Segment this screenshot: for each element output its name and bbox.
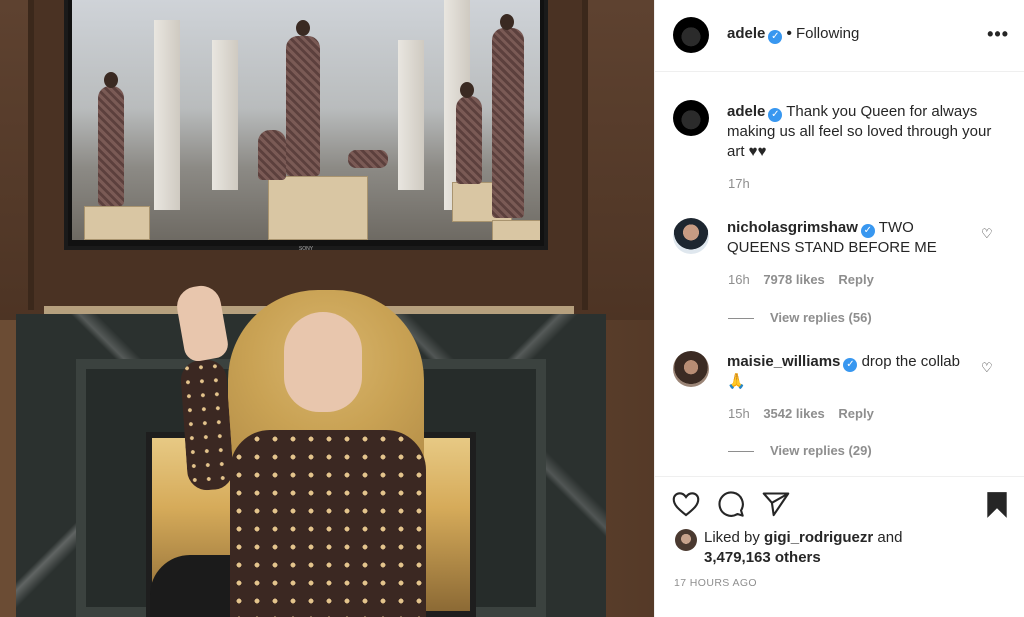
dancer-figure [258,130,286,180]
liker-avatar[interactable] [675,529,697,551]
verified-icon: ✓ [768,30,783,44]
dancer-figure [456,96,482,184]
person-torso [230,430,426,617]
pillar [154,20,180,210]
author-avatar[interactable] [673,17,709,53]
verified-icon: ✓ [843,358,858,372]
post-photo[interactable]: SONY [0,0,654,617]
dancer-head [500,14,514,30]
comment-username[interactable]: nicholasgrimshaw [727,219,858,236]
tv-brand-label: SONY [298,246,314,252]
stage-box [492,220,540,240]
comment-avatar[interactable] [673,351,709,387]
comment-time[interactable]: 16h [728,272,750,287]
comments-section[interactable]: adele ✓ Thank you Queen for always making… [655,72,1024,476]
pillar [398,40,424,190]
tv-screen [72,0,540,240]
comment-meta: 15h 3542 likes Reply [728,406,874,421]
comment-avatar[interactable] [673,218,709,254]
comment-bubble-icon[interactable] [717,490,745,518]
like-heart-icon[interactable] [672,491,700,517]
dancer-figure [286,36,320,176]
liked-by-user[interactable]: gigi_rodriguezr [764,529,873,546]
dancer-figure [492,28,524,218]
view-replies-label: View replies (56) [770,310,872,325]
post-side-panel: adele ✓ • Following ••• adele ✓ Thank you Qu… [654,0,1024,617]
liked-by-text: Liked by gigi_rodriguezr and 3,479,163 o… [704,528,902,567]
caption-body: Thank you Queen for always making us all… [727,103,992,160]
post-header: adele ✓ • Following ••• [655,0,1024,72]
view-replies-button[interactable]: View replies (56) [728,310,872,325]
dancer-figure [98,86,124,206]
share-icon[interactable] [762,491,790,517]
comment-meta: 16h 7978 likes Reply [728,272,874,287]
comment-time[interactable]: 15h [728,406,750,421]
comment-username[interactable]: maisie_williams [727,353,840,370]
person-face [284,312,362,412]
liked-by-prefix: Liked by [704,529,760,546]
view-replies-button[interactable]: View replies (29) [728,443,872,458]
stage-box [84,206,150,240]
author-username[interactable]: adele [727,25,765,42]
verified-icon: ✓ [768,108,783,122]
save-bookmark-icon[interactable] [986,491,1008,519]
reply-button[interactable]: Reply [838,272,873,287]
separator-dot: • [786,25,792,42]
likes-count[interactable]: 3,479,163 others [704,549,821,566]
post-timestamp[interactable]: 17 HOURS AGO [674,577,757,589]
comment-text: nicholasgrimshaw ✓ TWO QUEENS STAND BEFOR… [727,218,967,258]
comment-likes[interactable]: 7978 likes [763,272,824,287]
header-user-line: adele ✓ • Following [727,25,859,44]
person-arm [179,358,235,492]
like-comment-heart-icon[interactable]: ♡ [981,360,993,376]
television: SONY [64,0,548,252]
replies-line [728,451,754,453]
comment-text: maisie_williams ✓ drop the collab 🙏 [727,352,967,392]
reply-button[interactable]: Reply [838,406,873,421]
caption-time[interactable]: 17h [728,176,750,191]
dancer-head [104,72,118,88]
post-actions: Liked by gigi_rodriguezr and 3,479,163 o… [655,476,1024,617]
like-comment-heart-icon[interactable]: ♡ [981,226,993,242]
caption-username[interactable]: adele [727,103,765,120]
more-options-icon[interactable]: ••• [987,24,1009,45]
dancer-head [296,20,310,36]
stage-box [268,176,368,240]
following-button[interactable]: Following [796,25,859,42]
liked-by-and: and [877,529,903,546]
pillar [212,40,238,190]
dancer-head [460,82,474,98]
caption-avatar[interactable] [673,100,709,136]
dancer-figure [348,150,388,168]
caption-text: adele ✓ Thank you Queen for always making… [727,102,999,161]
replies-line [728,318,754,320]
comment-likes[interactable]: 3542 likes [763,406,824,421]
verified-icon: ✓ [860,224,875,238]
view-replies-label: View replies (29) [770,443,872,458]
